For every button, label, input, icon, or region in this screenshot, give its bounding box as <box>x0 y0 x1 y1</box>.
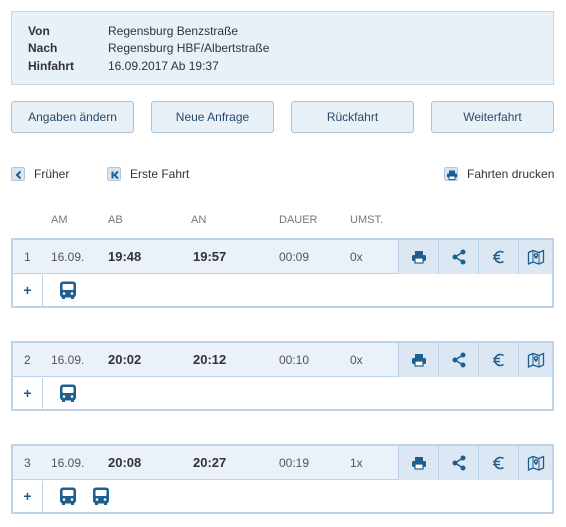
outbound-value: 16.09.2017 Ab 19:37 <box>108 59 219 73</box>
column-header-ab: AB <box>108 214 123 226</box>
print-trip-button[interactable] <box>398 446 438 480</box>
column-header-am: AM <box>51 214 68 226</box>
trip-number: 1 <box>24 250 31 264</box>
euro-icon <box>492 456 504 470</box>
from-label: Von <box>28 24 50 38</box>
trip-row-3: 3 16.09. 20:08 20:27 00:19 1x + <box>11 444 554 514</box>
trip-details: + <box>13 275 552 306</box>
trip-row-2: 2 16.09. 20:02 20:12 00:10 0x + <box>11 341 554 411</box>
from-value: Regensburg Benzstraße <box>108 24 239 38</box>
column-header-umst: UMST. <box>350 214 383 226</box>
trip-date: 16.09. <box>51 250 85 264</box>
trip-departure: 20:08 <box>108 455 142 470</box>
trip-date: 16.09. <box>51 353 85 367</box>
trip-departure: 19:48 <box>108 249 142 264</box>
chevron-left-icon <box>11 167 25 181</box>
trip-duration: 00:09 <box>279 250 310 264</box>
fare-trip-button[interactable] <box>478 446 518 480</box>
print-trips-label: Fahrten drucken <box>467 167 555 181</box>
trip-number: 2 <box>24 353 31 367</box>
trip-transfers: 0x <box>350 250 363 264</box>
trip-row-1: 1 16.09. 19:48 19:57 00:09 0x + <box>11 238 554 308</box>
printer-icon <box>411 354 426 367</box>
first-trip-label: Erste Fahrt <box>130 167 190 181</box>
share-trip-button[interactable] <box>438 343 478 377</box>
return-trip-button[interactable]: Rückfahrt <box>291 101 414 133</box>
share-trip-button[interactable] <box>438 446 478 480</box>
map-trip-button[interactable] <box>518 446 552 480</box>
to-value: Regensburg HBF/Albertstraße <box>108 41 270 55</box>
trip-transfers: 1x <box>350 456 363 470</box>
skip-first-icon <box>107 167 121 181</box>
print-trips-link[interactable]: Fahrten drucken <box>444 166 554 182</box>
print-trip-button[interactable] <box>398 240 438 274</box>
bus-icon <box>58 383 78 403</box>
trip-arrival: 19:57 <box>193 249 227 264</box>
trip-transfers: 0x <box>350 353 363 367</box>
share-icon <box>452 249 465 265</box>
trip-duration: 00:10 <box>279 353 310 367</box>
new-query-button[interactable]: Neue Anfrage <box>151 101 274 133</box>
print-trip-button[interactable] <box>398 343 438 377</box>
earlier-label: Früher <box>34 167 70 181</box>
column-header-dauer: DAUER <box>279 214 318 226</box>
trip-arrival: 20:27 <box>193 455 227 470</box>
printer-icon <box>411 251 426 264</box>
trip-duration: 00:19 <box>279 456 310 470</box>
earlier-link[interactable]: Früher <box>11 166 69 182</box>
map-trip-button[interactable] <box>518 343 552 377</box>
printer-icon <box>444 167 458 181</box>
fare-trip-button[interactable] <box>478 343 518 377</box>
column-header-an: AN <box>191 214 207 226</box>
map-icon <box>527 455 544 472</box>
trip-details: + <box>13 378 552 409</box>
expand-trip-button[interactable]: + <box>13 275 43 306</box>
expand-trip-button[interactable]: + <box>13 481 43 512</box>
to-label: Nach <box>28 41 58 55</box>
onward-trip-button[interactable]: Weiterfahrt <box>431 101 554 133</box>
map-icon <box>527 352 544 369</box>
trip-header[interactable]: 3 16.09. 20:08 20:27 00:19 1x <box>13 446 552 480</box>
outbound-label: Hinfahrt <box>28 59 74 73</box>
trip-departure: 20:02 <box>108 352 142 367</box>
bus-icon <box>58 486 78 506</box>
map-icon <box>527 249 544 266</box>
expand-trip-button[interactable]: + <box>13 378 43 409</box>
share-icon <box>452 455 465 471</box>
euro-icon <box>492 250 504 264</box>
share-trip-button[interactable] <box>438 240 478 274</box>
trip-header[interactable]: 1 16.09. 19:48 19:57 00:09 0x <box>13 240 552 274</box>
printer-icon <box>411 457 426 470</box>
map-trip-button[interactable] <box>518 240 552 274</box>
journey-summary: Von Regensburg Benzstraße Nach Regensbur… <box>11 11 554 85</box>
fare-trip-button[interactable] <box>478 240 518 274</box>
trip-date: 16.09. <box>51 456 85 470</box>
trip-details: + <box>13 481 552 512</box>
bus-icon <box>91 486 111 506</box>
share-icon <box>452 352 465 368</box>
bus-icon <box>58 280 78 300</box>
edit-details-button[interactable]: Angaben ändern <box>11 101 134 133</box>
trip-header[interactable]: 2 16.09. 20:02 20:12 00:10 0x <box>13 343 552 377</box>
euro-icon <box>492 353 504 367</box>
first-trip-link[interactable]: Erste Fahrt <box>107 166 189 182</box>
trip-number: 3 <box>24 456 31 470</box>
trip-arrival: 20:12 <box>193 352 227 367</box>
